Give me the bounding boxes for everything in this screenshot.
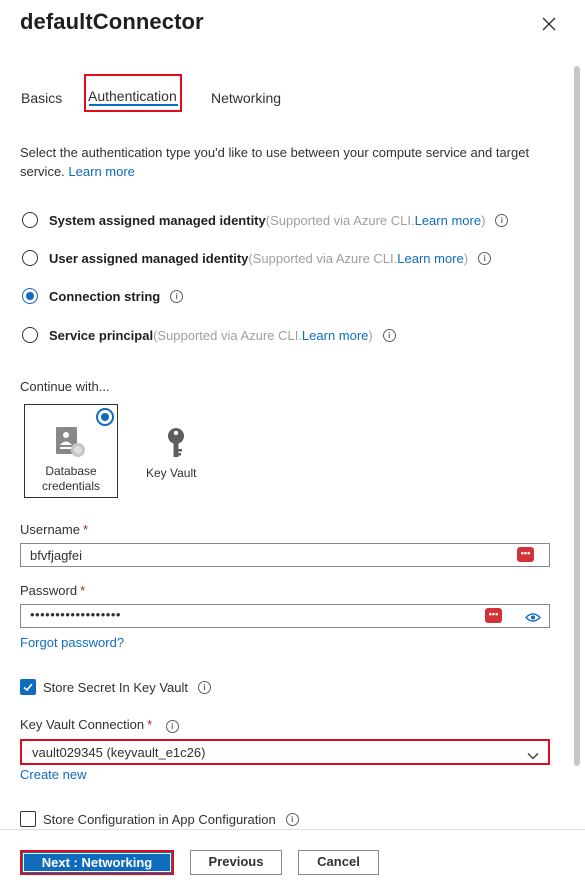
info-icon[interactable]: i xyxy=(382,328,396,342)
auth-option-system-assigned[interactable]: System assigned managed identity (Suppor… xyxy=(22,212,509,228)
option-label: Service principal xyxy=(49,327,154,343)
required-mark: * xyxy=(82,522,89,537)
radio-system-assigned[interactable] xyxy=(22,212,38,228)
tab-active-indicator xyxy=(89,104,178,106)
password-manager-icon[interactable]: ••• xyxy=(517,547,534,562)
card-key-vault-label[interactable]: Key Vault xyxy=(146,466,196,480)
info-icon[interactable]: i xyxy=(198,680,211,694)
kv-connection-select[interactable]: vault029345 (keyvault_e1c26) xyxy=(20,739,550,765)
option-learn-more-link[interactable]: Learn more xyxy=(302,328,368,343)
chevron-down-icon[interactable] xyxy=(527,748,539,763)
username-label: Username * xyxy=(20,522,88,537)
learn-more-link[interactable]: Learn more xyxy=(68,164,134,179)
option-note-end: ) xyxy=(368,327,373,343)
show-password-icon[interactable] xyxy=(525,611,541,626)
option-note: (Supported via Azure CLI. xyxy=(153,327,302,343)
store-secret-checkbox-row[interactable]: Store Secret In Key Vault i xyxy=(20,679,211,695)
forgot-password-link[interactable]: Forgot password? xyxy=(20,635,124,650)
username-input[interactable]: bfvfjagfei ••• xyxy=(20,543,550,567)
card-selected-radio[interactable] xyxy=(96,408,114,426)
card-database-credentials-label: Database credentials xyxy=(41,464,101,493)
option-label: System assigned managed identity xyxy=(49,212,266,228)
auth-option-user-assigned[interactable]: User assigned managed identity (Supporte… xyxy=(22,250,492,266)
tab-basics[interactable]: Basics xyxy=(21,90,62,106)
store-secret-label: Store Secret In Key Vault xyxy=(43,679,188,695)
option-learn-more-link[interactable]: Learn more xyxy=(415,213,481,228)
option-note-end: ) xyxy=(481,212,486,228)
key-icon[interactable] xyxy=(165,427,187,464)
panel-title: defaultConnector xyxy=(20,9,204,34)
option-note: (Supported via Azure CLI. xyxy=(248,250,398,266)
kv-connection-label-text: Key Vault Connection xyxy=(20,717,145,732)
auth-option-service-principal[interactable]: Service principal (Supported via Azure C… xyxy=(22,327,396,343)
username-label-text: Username xyxy=(20,522,80,537)
radio-service-principal[interactable] xyxy=(22,327,38,343)
continue-with-label: Continue with... xyxy=(20,379,110,394)
database-credentials-icon xyxy=(54,425,88,462)
cancel-button[interactable]: Cancel xyxy=(298,850,379,875)
next-networking-button[interactable]: Next : Networking xyxy=(20,850,174,875)
info-icon[interactable]: i xyxy=(495,213,509,227)
info-icon[interactable]: i xyxy=(165,720,179,733)
kv-connection-value[interactable]: vault029345 (keyvault_e1c26) xyxy=(32,745,205,760)
tab-authentication[interactable]: Authentication xyxy=(88,88,177,104)
store-config-checkbox-row[interactable]: Store Configuration in App Configuration… xyxy=(20,811,299,827)
info-icon[interactable]: i xyxy=(170,289,184,303)
required-mark: * xyxy=(80,583,86,598)
radio-user-assigned[interactable] xyxy=(22,250,38,266)
tab-networking[interactable]: Networking xyxy=(211,90,281,106)
password-manager-icon[interactable]: ••• xyxy=(485,608,502,623)
password-label-text: Password xyxy=(20,583,78,598)
option-note: (Supported via Azure CLI. xyxy=(265,212,415,228)
option-note-end: ) xyxy=(463,250,469,266)
auth-option-connection-string[interactable]: Connection string i xyxy=(22,288,184,304)
password-label: Password * xyxy=(20,583,85,598)
option-learn-more-link[interactable]: Learn more xyxy=(397,251,463,266)
option-label: Connection string xyxy=(49,288,161,304)
store-config-checkbox[interactable] xyxy=(20,811,36,827)
scrollbar-thumb[interactable] xyxy=(574,66,580,766)
password-value[interactable]: •••••••••••••••••• xyxy=(30,607,121,622)
store-config-label: Store Configuration in App Configuration xyxy=(43,811,276,827)
store-secret-checkbox[interactable] xyxy=(20,679,36,695)
create-new-link[interactable]: Create new xyxy=(20,767,86,782)
kv-connection-label: Key Vault Connection * i xyxy=(20,717,179,733)
radio-connection-string[interactable] xyxy=(22,288,38,304)
auth-description: Select the authentication type you'd lik… xyxy=(20,143,540,181)
required-mark: * xyxy=(147,717,153,732)
option-label: User assigned managed identity xyxy=(49,250,249,266)
close-icon[interactable] xyxy=(538,13,560,35)
info-icon[interactable]: i xyxy=(285,812,299,826)
password-input[interactable]: •••••••••••••••••• ••• xyxy=(20,604,550,628)
info-icon[interactable]: i xyxy=(478,251,492,265)
previous-button[interactable]: Previous xyxy=(190,850,282,875)
footer-divider xyxy=(0,829,585,830)
username-value[interactable]: bfvfjagfei xyxy=(30,548,82,563)
